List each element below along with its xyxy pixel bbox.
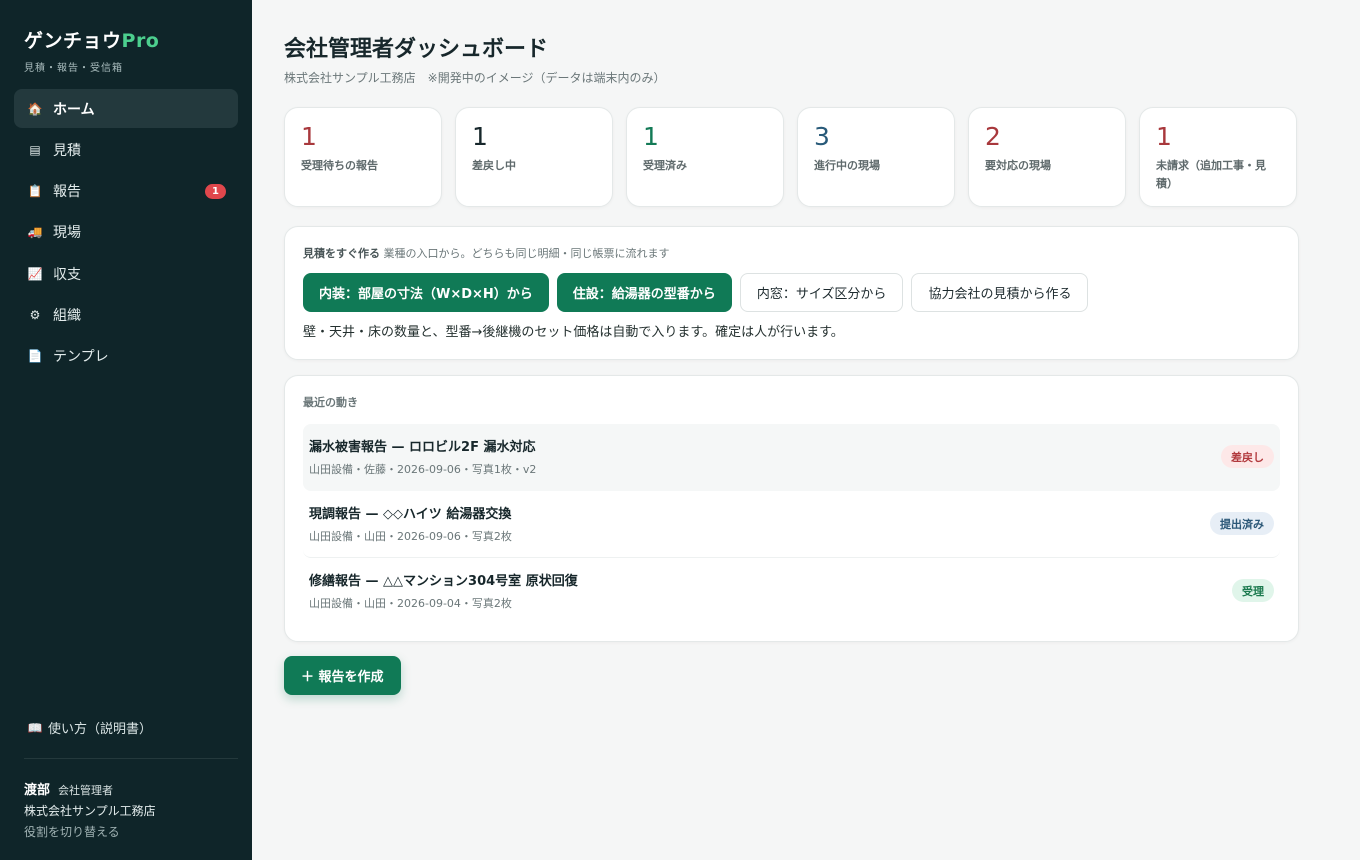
page-icon: 📄 — [27, 349, 43, 364]
sidebar-item-label: 現場 — [53, 225, 81, 242]
page-title: 会社管理者ダッシュボード — [284, 37, 549, 62]
sidebar-item-sites[interactable]: 🚚 現場 — [14, 213, 238, 252]
user-company: 株式会社サンプル工務店 — [24, 804, 156, 818]
sidebar-item-label: ホーム — [53, 101, 95, 118]
brand-suffix: Pro — [121, 30, 160, 52]
sidebar-item-templates[interactable]: 📄 テンプレ — [14, 337, 238, 376]
status-badge: 提出済み — [1210, 512, 1274, 535]
activity-meta: 山田設備・山田・2026-09-04・写真2枚 — [309, 597, 512, 610]
stat-card-attention-sites[interactable]: 2 要対応の現場 — [968, 107, 1126, 207]
gear-icon: ⚙ — [29, 307, 41, 322]
user-panel: 渡部 会社管理者 株式会社サンプル工務店 役割を切り替える — [24, 779, 156, 840]
sidebar-item-label: 見積 — [53, 142, 81, 159]
home-icon: 🏠 — [27, 101, 43, 116]
sidebar-nav: 🏠 ホーム ▤ 見積 📋 報告 1 🚚 現場 📈 収支 ⚙ 組織 📄 テンプレ — [14, 89, 238, 378]
sidebar-item-estimates[interactable]: ▤ 見積 — [14, 130, 238, 169]
sidebar-item-home[interactable]: 🏠 ホーム — [14, 89, 238, 128]
activity-title: 漏水被害報告 — ロロビル2F 漏水対応 — [309, 440, 536, 455]
activity-meta: 山田設備・佐藤・2026-09-06・写真1枚・v2 — [309, 463, 537, 476]
sidebar-item-organization[interactable]: ⚙ 組織 — [14, 295, 238, 334]
chart-icon: 📈 — [27, 266, 43, 281]
stat-card-active-sites[interactable]: 3 進行中の現場 — [797, 107, 955, 207]
list-item[interactable]: 修繕報告 — △△マンション304号室 原状回復 山田設備・山田・2026-09… — [303, 558, 1280, 625]
activity-meta: 山田設備・山田・2026-09-06・写真2枚 — [309, 530, 512, 543]
stat-card-pending-reports[interactable]: 1 受理待ちの報告 — [284, 107, 442, 207]
list-item[interactable]: 漏水被害報告 — ロロビル2F 漏水対応 山田設備・佐藤・2026-09-06・… — [303, 424, 1280, 491]
stat-label: 受理待ちの報告 — [301, 159, 378, 172]
stat-label: 進行中の現場 — [814, 159, 880, 172]
brand-tagline: 見積・報告・受信箱 — [24, 63, 123, 74]
sidebar: ゲンチョウPro 見積・報告・受信箱 🏠 ホーム ▤ 見積 📋 報告 1 🚚 現… — [0, 0, 252, 860]
estimate-interior-button[interactable]: 内装：部屋の寸法（W×D×H）から — [303, 273, 549, 312]
status-badge: 差戻し — [1221, 445, 1274, 468]
app-logo[interactable]: ゲンチョウPro — [24, 26, 159, 53]
estimate-inner-window-button[interactable]: 内窓：サイズ区分から — [739, 273, 904, 312]
stat-label: 未請求（追加工事・見積） — [1156, 159, 1266, 190]
quick-estimate-description: 壁・天井・床の数量と、型番→後継機のセット価格は自動で入ります。確定は人が行いま… — [303, 325, 844, 340]
stat-value: 1 — [643, 122, 659, 151]
brand-name: ゲンチョウ — [24, 30, 122, 52]
stats-row: 1 受理待ちの報告 1 差戻し中 1 受理済み 3 進行中の現場 2 要対応の現… — [284, 107, 1297, 207]
stat-value: 1 — [301, 122, 317, 151]
switch-role-link[interactable]: 役割を切り替える — [24, 823, 156, 840]
sidebar-item-label: 報告 — [53, 184, 81, 201]
sidebar-item-label: テンプレ — [53, 349, 109, 366]
status-badge: 受理 — [1232, 579, 1274, 602]
main-content: 会社管理者ダッシュボード 株式会社サンプル工務店 ※開発中のイメージ（データは端… — [252, 0, 1360, 860]
brand: ゲンチョウPro 見積・報告・受信箱 — [24, 26, 159, 74]
stat-label: 要対応の現場 — [985, 159, 1051, 172]
user-role: 会社管理者 — [58, 784, 114, 797]
quick-estimate-card: 見積をすぐ作る 業種の入口から。どちらも同じ明細・同じ帳票に流れます 内装：部屋… — [284, 226, 1299, 360]
help-link-label: 使い方（説明書） — [48, 722, 153, 737]
quick-estimate-buttons: 内装：部屋の寸法（W×D×H）から 住設：給湯器の型番から 内窓：サイズ区分から… — [303, 273, 1280, 312]
clipboard-icon: 📋 — [27, 184, 43, 199]
quick-estimate-title: 見積をすぐ作る — [303, 247, 380, 260]
book-icon: 📖 — [27, 720, 43, 735]
estimate-water-heater-button[interactable]: 住設：給湯器の型番から — [556, 273, 732, 312]
stat-label: 受理済み — [643, 159, 687, 172]
stat-card-accepted[interactable]: 1 受理済み — [626, 107, 784, 207]
recent-activity-list: 漏水被害報告 — ロロビル2F 漏水対応 山田設備・佐藤・2026-09-06・… — [303, 424, 1280, 625]
stat-card-unbilled[interactable]: 1 未請求（追加工事・見積） — [1139, 107, 1297, 207]
recent-activity-card: 最近の動き 漏水被害報告 — ロロビル2F 漏水対応 山田設備・佐藤・2026-… — [284, 375, 1299, 642]
list-item[interactable]: 現調報告 — ◇◇ハイツ 給湯器交換 山田設備・山田・2026-09-06・写真… — [303, 491, 1280, 558]
activity-title: 修繕報告 — △△マンション304号室 原状回復 — [309, 574, 578, 589]
stat-label: 差戻し中 — [472, 159, 516, 172]
document-stack-icon: ▤ — [29, 142, 41, 157]
recent-activity-title: 最近の動き — [303, 396, 358, 409]
stat-value: 1 — [472, 122, 488, 151]
stat-value: 3 — [814, 122, 830, 151]
activity-title: 現調報告 — ◇◇ハイツ 給湯器交換 — [309, 507, 512, 522]
sidebar-item-finance[interactable]: 📈 収支 — [14, 254, 238, 293]
page-subtitle: 株式会社サンプル工務店 ※開発中のイメージ（データは端末内のみ） — [284, 71, 666, 85]
sidebar-item-label: 収支 — [53, 266, 81, 283]
stat-card-returned[interactable]: 1 差戻し中 — [455, 107, 613, 207]
help-manual-link[interactable]: 📖 使い方（説明書） — [27, 718, 153, 738]
create-report-button[interactable]: ＋ 報告を作成 — [284, 656, 401, 695]
stat-value: 2 — [985, 122, 1001, 151]
user-name: 渡部 — [24, 783, 51, 798]
reports-count-badge: 1 — [205, 183, 226, 199]
quick-estimate-note: 業種の入口から。どちらも同じ明細・同じ帳票に流れます — [383, 247, 670, 260]
sidebar-divider — [24, 758, 238, 759]
sidebar-item-label: 組織 — [53, 307, 81, 324]
truck-icon: 🚚 — [27, 225, 43, 240]
quick-estimate-header: 見積をすぐ作る 業種の入口から。どちらも同じ明細・同じ帳票に流れます — [303, 245, 1280, 261]
sidebar-item-reports[interactable]: 📋 報告 1 — [14, 172, 238, 211]
estimate-from-partner-button[interactable]: 協力会社の見積から作る — [911, 273, 1089, 312]
stat-value: 1 — [1156, 122, 1172, 151]
